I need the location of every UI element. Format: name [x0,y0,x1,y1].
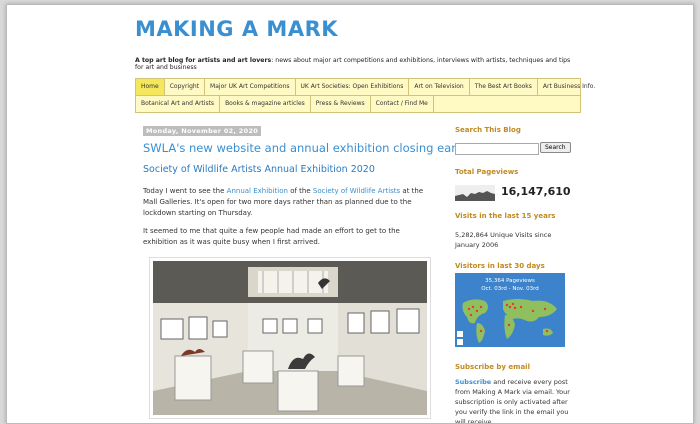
nav-row-2: Botanical Art and Artists Books & magazi… [136,96,580,112]
world-map-icon [457,299,557,345]
nav-major-uk-art-competitions[interactable]: Major UK Art Competitions [205,79,296,95]
visits15-heading: Visits in the last 15 years [455,212,556,220]
subscribe-link[interactable]: Subscribe [455,378,491,386]
map-range: Oct. 03rd - Nov. 03rd [481,286,539,292]
map-pageviews: 35,364 Pageviews [485,278,535,284]
nav-copyright[interactable]: Copyright [165,79,206,95]
search-input[interactable] [455,143,539,155]
nav-art-on-television[interactable]: Art on Television [409,79,470,95]
nav-books-magazine-articles[interactable]: Books & magazine articles [220,96,311,112]
nav-best-art-books[interactable]: The Best Art Books [470,79,538,95]
pageviews-heading: Total Pageviews [455,168,519,176]
blog-tagline: A top art blog for artists and art lover… [135,57,580,71]
visitors30-heading: Visitors in last 30 days [455,262,545,270]
visits15-text: 5,282,864 Unique Visits since January 20… [455,231,552,249]
nav-row-1: Home Copyright Major UK Art Competitions… [136,79,595,96]
nav-home[interactable]: Home [136,79,165,95]
post-paragraph-2: It seemed to me that quite a few people … [143,227,400,246]
gallery-photo-image [153,261,427,415]
search-button[interactable]: Search [540,142,571,153]
gallery-photo[interactable] [149,257,431,419]
tagline-bold: A top art blog for artists and art lover… [135,57,272,64]
subscribe-text: Subscribe and receive every post from Ma… [455,377,577,423]
search-heading: Search This Blog [455,126,521,134]
nav-press-reviews[interactable]: Press & Reviews [311,96,371,112]
annual-exhibition-link[interactable]: Annual Exhibition [227,187,288,195]
blog-title[interactable]: MAKING A MARK [135,17,338,41]
swla-link[interactable]: Society of Wildlife Artists [313,187,400,195]
nav-contact[interactable]: Contact / Find Me [371,96,434,112]
visitor-map-widget[interactable]: 35,364 Pageviews Oct. 03rd - Nov. 03rd [455,273,565,347]
post-title[interactable]: SWLA's new website and annual exhibition… [143,141,466,155]
post-subtitle: Society of Wildlife Artists Annual Exhib… [143,164,375,175]
nav-art-business-info[interactable]: Art Business Info. [538,79,600,95]
browser-page: MAKING A MARK A top art blog for artists… [6,4,694,424]
pageviews-count: 16,147,610 [501,185,571,198]
nav-menu: Home Copyright Major UK Art Competitions… [135,78,595,113]
post-date: Monday, November 02, 2020 [143,126,262,136]
post-paragraph-1: Today I went to see the Annual Exhibitio… [143,186,433,219]
p1-text-b: of the [287,187,313,195]
nav-uk-art-societies[interactable]: UK Art Societies: Open Exhibitions [296,79,410,95]
pageviews-sparkline [455,185,495,201]
p1-text-a: Today I went to see the [143,187,227,195]
nav-botanical-art[interactable]: Botanical Art and Artists [136,96,221,112]
subscribe-heading: Subscribe by email [455,363,530,371]
